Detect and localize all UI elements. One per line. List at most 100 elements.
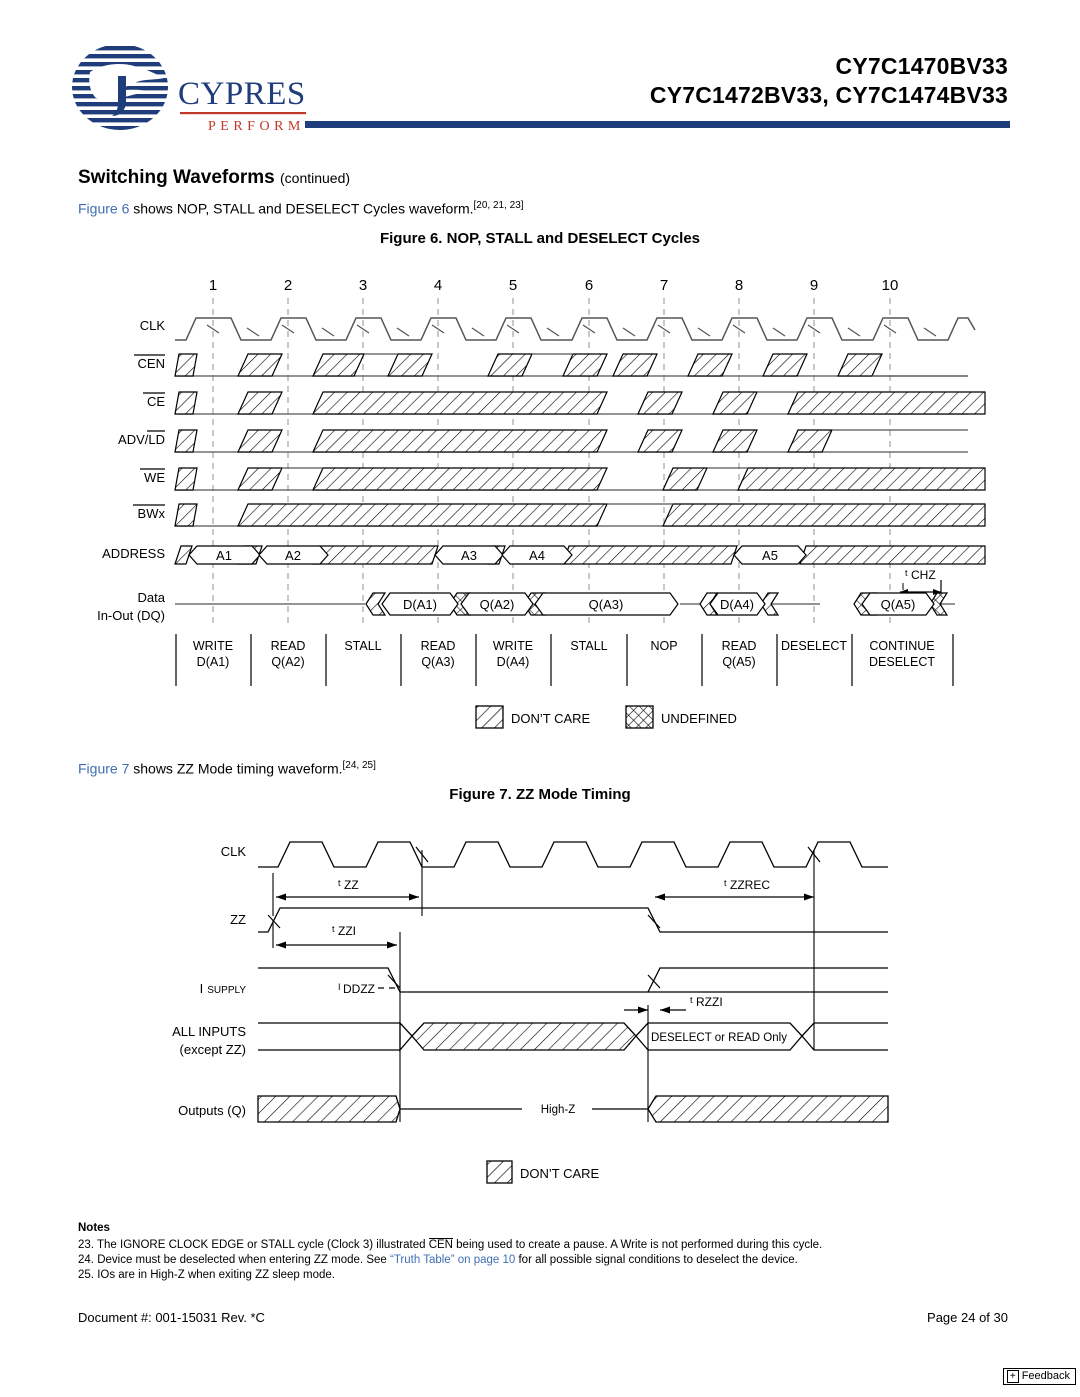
part-number-primary: CY7C1470BV33 <box>835 53 1008 79</box>
signal-label-bwx: BWx <box>138 506 166 521</box>
svg-text:Q(A5): Q(A5) <box>722 655 755 669</box>
svg-text:8: 8 <box>735 277 743 294</box>
figure6-intro-text: shows NOP, STALL and DESELECT Cycles wav… <box>129 200 474 217</box>
cypress-logo: CYPRESS PERFORM <box>68 42 324 137</box>
note-item-25: 25. IOs are in High-Z when exiting ZZ sl… <box>78 1268 978 1283</box>
waveform-address: A1 A2 A3 A4 A5 <box>174 545 986 565</box>
zz-label-exceptzz: (except ZZ) <box>180 1042 246 1057</box>
svg-text:PERFORM: PERFORM <box>208 119 305 134</box>
svg-text:STALL: STALL <box>570 639 607 653</box>
zz-label-isupply: I SUPPLY <box>200 981 247 996</box>
iddzz-annotation: I DDZZ <box>338 982 400 996</box>
svg-text:DESELECT: DESELECT <box>781 639 847 653</box>
legend-dontcare-swatch <box>475 705 504 729</box>
data-value-qa3: Q(A3) <box>589 597 624 612</box>
data-value-qa2: Q(A2) <box>480 597 515 612</box>
footer-page-number: Page 24 of 30 <box>927 1310 1008 1325</box>
zz-outputs-annotation: High-Z <box>541 1104 576 1116</box>
notes-heading: Notes <box>78 1222 110 1234</box>
plus-icon: + <box>1006 1370 1019 1383</box>
trzzi-annotation: t RZZI <box>624 995 723 1014</box>
note-24-num: 24. <box>78 1254 94 1266</box>
tzzi-annotation: t ZZI <box>272 920 401 1005</box>
signal-label-address: ADDRESS <box>102 546 165 561</box>
tzzrec-annotation: t ZZREC <box>655 850 815 1050</box>
clk-edge-ticks <box>206 324 937 337</box>
figure6-legend: DON’T CARE UNDEFINED <box>0 700 1080 734</box>
figure7-link[interactable]: Figure 7 <box>78 761 129 777</box>
zz-waveform-all-inputs: DESELECT or READ Only <box>258 1021 888 1052</box>
figure6-link[interactable]: Figure 6 <box>78 201 129 217</box>
note-24-post: for all possible signal conditions to de… <box>515 1254 798 1266</box>
waveform-cen <box>174 353 968 377</box>
legend-undefined-swatch <box>625 705 654 729</box>
zz-inputs-annotation: DESELECT or READ Only <box>651 1032 787 1044</box>
svg-text:D(A1): D(A1) <box>197 655 230 669</box>
waveform-adv-ld <box>174 429 968 453</box>
svg-text:t: t <box>905 568 908 578</box>
clock-gridlines <box>212 298 891 626</box>
signal-label-cen: CEN <box>138 356 165 371</box>
svg-text:1: 1 <box>209 277 217 294</box>
figure7-intro-text: shows ZZ Mode timing waveform. <box>129 760 343 777</box>
note-23-overline-signal: CEN <box>428 1238 453 1251</box>
svg-text:2: 2 <box>284 277 292 294</box>
svg-text:7: 7 <box>660 277 668 294</box>
svg-text:NOP: NOP <box>650 639 677 653</box>
svg-text:D(A4): D(A4) <box>497 655 530 669</box>
zz-label-clk: CLK <box>221 844 247 859</box>
waveform-we <box>174 467 986 491</box>
svg-text:STALL: STALL <box>344 639 381 653</box>
svg-text:RZZI: RZZI <box>696 995 723 1009</box>
signal-label-adv-ld: ADV/LD <box>118 432 165 447</box>
svg-text:3: 3 <box>359 277 367 294</box>
zz-label-zz: ZZ <box>230 912 246 927</box>
svg-text:DDZZ: DDZZ <box>343 982 375 996</box>
figure6-waveform-diagram: 123 456 789 10 CLK CEN CE ADV/LD WE BWx … <box>0 268 1080 688</box>
svg-text:WRITE: WRITE <box>193 639 233 653</box>
signal-label-we: WE <box>144 470 165 485</box>
tzz-annotation: t ZZ <box>272 850 423 916</box>
notes-list: 23. The IGNORE CLOCK EDGE or STALL cycle… <box>78 1238 978 1283</box>
zz-edge-ticks <box>267 914 661 929</box>
figure7-intro: Figure 7 shows ZZ Mode timing waveform.[… <box>78 760 376 777</box>
address-value-a4: A4 <box>529 548 545 563</box>
note-item-23: 23. The IGNORE CLOCK EDGE or STALL cycle… <box>78 1238 978 1253</box>
figure6-caption: Figure 6. NOP, STALL and DESELECT Cycles <box>379 230 701 247</box>
svg-text:READ: READ <box>271 639 306 653</box>
svg-text:CONTINUE: CONTINUE <box>869 639 934 653</box>
svg-text:t: t <box>690 995 693 1005</box>
figure7-note-refs: [24, 25] <box>342 760 376 771</box>
footer-document-id: Document #: 001-15031 Rev. *C <box>78 1310 265 1325</box>
legend-undefined-label: UNDEFINED <box>661 711 737 726</box>
data-value-da4: D(A4) <box>720 597 754 612</box>
svg-text:t: t <box>338 878 341 888</box>
svg-text:Q(A3): Q(A3) <box>421 655 454 669</box>
address-value-a5: A5 <box>762 548 778 563</box>
svg-text:10: 10 <box>882 277 899 294</box>
legend-dontcare-label: DON’T CARE <box>511 711 591 726</box>
svg-text:6: 6 <box>585 277 593 294</box>
svg-text:5: 5 <box>509 277 517 294</box>
clock-cycle-numbers: 1 2 3 4 5 6 7 8 9 10 <box>209 277 899 294</box>
svg-text:READ: READ <box>421 639 456 653</box>
svg-text:ZZI: ZZI <box>338 924 356 938</box>
note-24-link[interactable]: “Truth Table” on page 10 <box>390 1254 515 1266</box>
part-number-secondary: CY7C1472BV33, CY7C1474BV33 <box>649 82 1008 108</box>
part-number-header: CY7C1470BV33 CY7C1472BV33, CY7C1474BV33 <box>650 52 1008 110</box>
data-label-line2: In-Out (DQ) <box>97 608 165 623</box>
waveform-data: D(A1) Q(A2) Q(A3) D(A4) Q(A5) <box>175 592 955 616</box>
legend7-dontcare-label: DON’T CARE <box>520 1166 600 1181</box>
note-25-pre: IOs are in High-Z when exiting ZZ sleep … <box>97 1269 335 1281</box>
zz-label-outputs: Outputs (Q) <box>178 1103 246 1118</box>
svg-text:I: I <box>338 982 341 992</box>
note-24-pre: Device must be deselected when entering … <box>97 1254 390 1266</box>
figure7-caption: Figure 7. ZZ Mode Timing <box>449 786 631 803</box>
feedback-button[interactable]: + Feedback <box>1002 1368 1076 1385</box>
note-23-pre: The IGNORE CLOCK EDGE or STALL cycle (Cl… <box>97 1239 429 1251</box>
svg-text:CYPRESS: CYPRESS <box>178 76 308 112</box>
svg-text:WRITE: WRITE <box>493 639 533 653</box>
svg-text:t: t <box>332 924 335 934</box>
signal-label-ce: CE <box>147 394 165 409</box>
zz-waveform-clk <box>258 841 888 868</box>
